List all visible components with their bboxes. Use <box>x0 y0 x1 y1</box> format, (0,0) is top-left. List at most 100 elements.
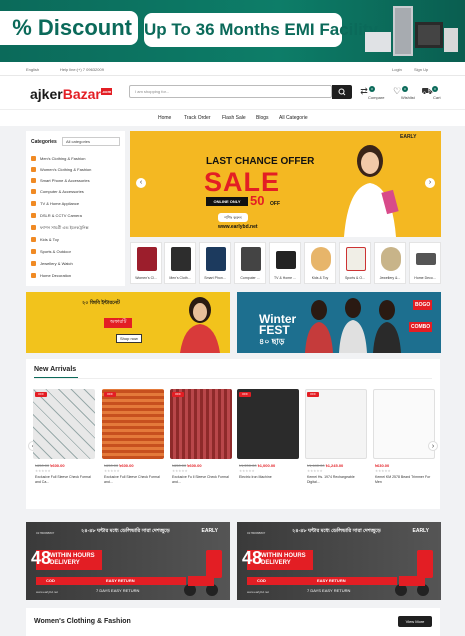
off-badge: OFF <box>239 392 251 397</box>
product-name: Kemei KM 2578 Beard Trimmer For Men <box>375 475 431 484</box>
delivery-phone: 01780688807 <box>36 531 55 535</box>
hero-slider[interactable]: EARLY LAST CHANCE OFFER SALE ONLINE ONLY… <box>130 131 441 237</box>
new-arrivals-section: New Arrivals ‹ OFF ৳650.00 ৳600.00 ★★★★★… <box>26 359 440 509</box>
womens-section-header: Women's Clothing & Fashion View More <box>26 608 440 636</box>
category-tile[interactable]: Jewellery &... <box>374 242 406 284</box>
category-icon <box>31 167 36 173</box>
product-name: Exclusive Full Sleeve Check Formal and C… <box>35 475 91 484</box>
banner-title: Winter FEST <box>259 312 297 337</box>
category-select[interactable]: All categories <box>62 137 120 146</box>
delivery-phone: 01780688807 <box>247 531 266 535</box>
category-item[interactable]: DSLR & CCTV Camera <box>31 211 82 221</box>
promo-banner-winter[interactable]: Winter FEST ৪০ ছাড় BOGO COMBO <box>237 292 441 353</box>
search-input[interactable]: I am shopping for... <box>129 85 332 98</box>
category-item[interactable]: Women's Clothing & Fashion <box>31 165 91 175</box>
nav-flash-sale[interactable]: Flash Sale <box>222 115 246 121</box>
delivery-url: www.earlybd.net <box>247 590 270 594</box>
hero-headline: LAST CHANCE OFFER <box>206 156 315 167</box>
category-icon <box>31 178 36 184</box>
return-text: 7 DAYS EASY RETURN <box>96 588 140 593</box>
old-price: ৳650.00 <box>104 463 119 468</box>
view-more-button[interactable]: View More <box>398 616 432 627</box>
price: ৳600.00 <box>50 463 65 468</box>
hero-prev-button[interactable]: ‹ <box>136 178 146 188</box>
hero-next-button[interactable]: › <box>425 178 435 188</box>
delivery-brand: EARLY <box>412 528 430 534</box>
category-item[interactable]: Computer & Accessories <box>31 187 84 197</box>
category-item[interactable]: Home Decoration <box>31 271 71 281</box>
category-icon <box>31 201 36 207</box>
category-tile[interactable]: Home Deco... <box>409 242 441 284</box>
old-price: ৳650.00 <box>172 463 187 468</box>
category-tile[interactable]: Kids & Toy <box>304 242 336 284</box>
category-item[interactable]: Jewellery & Watch <box>31 259 73 269</box>
category-icon <box>31 213 36 219</box>
category-tile[interactable]: Computer ... <box>234 242 266 284</box>
delivery-banner[interactable]: ২৪-৪৮ ঘন্টার মধ্যে ডেলিভারি সারা দেশজুড়… <box>237 522 441 600</box>
rating-stars: ★★★★★ <box>239 469 255 473</box>
return-text: 7 DAYS EASY RETURN <box>307 588 351 593</box>
discount-label: % Discount <box>0 11 138 45</box>
cod-strip: COD EASY RETURN <box>247 577 397 585</box>
category-tile[interactable]: Smart Phon... <box>199 242 231 284</box>
product-card[interactable]: OFF ৳650.00 ৳600.00 ★★★★★ Exclusive Fu l… <box>170 389 232 495</box>
site-logo[interactable]: ajkerBazar.com <box>30 86 113 102</box>
product-card[interactable]: OFF ৳1,440.00 ৳1,245.00 ★★★★★ Kemei Hs. … <box>305 389 367 495</box>
nav-all-categories[interactable]: All Categorie <box>279 115 308 121</box>
section-title: Women's Clothing & Fashion <box>34 618 131 625</box>
category-item[interactable]: Smart Phone & Accessories <box>31 176 90 186</box>
off-badge: OFF <box>307 392 319 397</box>
off-badge: OFF <box>104 392 116 397</box>
hero-percent: 50 <box>250 193 265 208</box>
login-link[interactable]: Login <box>392 67 402 72</box>
product-card[interactable]: ৳630.00 ★★★★★ Kemei KM 2578 Beard Trimme… <box>373 389 435 495</box>
price: ৳630.00 <box>375 463 390 468</box>
category-tile[interactable]: Sports & O... <box>339 242 371 284</box>
language-select[interactable]: English <box>26 67 39 72</box>
category-tile[interactable]: TV & Home ... <box>269 242 301 284</box>
product-name: Exclusive Fu ll Sleeve Check Formal and.… <box>172 475 229 484</box>
category-item[interactable]: Kids & Toy <box>31 235 59 245</box>
carousel-next-button[interactable]: › <box>428 441 438 451</box>
model-image <box>180 297 220 353</box>
old-price: ৳1,200.00 <box>239 463 257 468</box>
promo-banner-top[interactable]: % Discount Up To 36 Months EMI Facility <box>0 0 465 62</box>
price: ৳600.00 <box>119 463 134 468</box>
nav-track-order[interactable]: Track Order <box>184 115 210 121</box>
category-item[interactable]: TV & Home Appliance <box>31 199 79 209</box>
old-price: ৳650.00 <box>35 463 50 468</box>
hero-sale: SALE <box>204 167 281 197</box>
product-card[interactable]: OFF ৳650.00 ৳600.00 ★★★★★ Exclusive Full… <box>33 389 95 495</box>
signup-link[interactable]: Sign Up <box>414 67 428 72</box>
category-item[interactable]: Men's Clothing & Fashion <box>31 154 85 164</box>
product-image <box>237 389 299 459</box>
delivery-banner[interactable]: ২৪-৪৮ ঘন্টার মধ্যে ডেলিভারি সারা দেশজুড়… <box>26 522 230 600</box>
product-card[interactable]: OFF ৳650.00 ৳600.00 ★★★★★ Exclusive Full… <box>102 389 164 495</box>
category-icon <box>31 261 36 267</box>
hero-shop-button[interactable]: শপিং করুন <box>218 213 248 222</box>
compare-badge: 0 <box>369 86 375 92</box>
banner-shop-button[interactable]: Shop now <box>116 334 142 343</box>
category-icon <box>31 189 36 195</box>
product-name: Exclusive Full Sleeve Check Formal and..… <box>104 475 160 484</box>
category-icon <box>31 156 36 162</box>
price: ৳1,000.00 <box>257 463 276 468</box>
section-title: New Arrivals <box>34 366 77 373</box>
rating-stars: ★★★★★ <box>172 469 188 473</box>
nav-home[interactable]: Home <box>158 115 171 121</box>
category-tile[interactable]: Men's Cloth... <box>164 242 196 284</box>
category-item[interactable]: ফ্যাশন সামগ্রী এন্ড ইলেকট্রনিক্স <box>31 223 89 233</box>
category-icon <box>31 249 36 255</box>
search-button[interactable] <box>332 85 352 99</box>
category-sidebar: Categories All categories Men's Clothing… <box>26 131 125 286</box>
nav-blogs[interactable]: Blogs <box>256 115 269 121</box>
promo-banner-internet[interactable]: ২০ জিবি ইন্টারনেট অফারটি Shop now <box>26 292 230 353</box>
hero-off: OFF <box>270 201 280 207</box>
category-item[interactable]: Sports & Outdoor <box>31 247 71 257</box>
category-tile[interactable]: Women's Cl... <box>130 242 162 284</box>
helpline: Help line:(+) 7 09632009 <box>60 67 104 72</box>
off-badge: OFF <box>172 392 184 397</box>
product-card[interactable]: OFF ৳1,200.00 ৳1,000.00 ★★★★★ Electric I… <box>237 389 299 495</box>
cart-badge: 0 <box>432 86 438 92</box>
product-name: Electric Iron Machine <box>239 475 272 479</box>
